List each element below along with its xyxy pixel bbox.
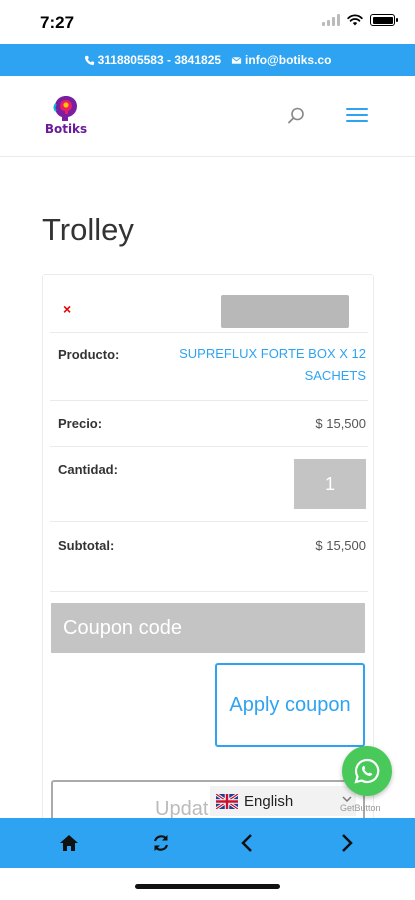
quantity-row: Cantidad: 1 bbox=[50, 447, 368, 522]
product-thumbnail[interactable] bbox=[221, 295, 349, 328]
page-title: Trolley bbox=[42, 212, 134, 247]
subtotal-value: $ 15,500 bbox=[315, 538, 366, 553]
cart-item-row: × bbox=[50, 275, 368, 333]
forward-button[interactable] bbox=[334, 831, 358, 855]
phone-icon bbox=[84, 55, 94, 65]
cellular-signal-icon bbox=[322, 14, 340, 26]
language-label: English bbox=[244, 792, 294, 810]
home-indicator bbox=[135, 884, 280, 889]
hamburger-menu-icon[interactable] bbox=[346, 106, 368, 124]
envelope-icon bbox=[231, 56, 242, 64]
language-selector[interactable]: English bbox=[210, 786, 356, 816]
whatsapp-button[interactable] bbox=[342, 746, 392, 796]
home-button[interactable] bbox=[57, 831, 81, 855]
home-icon bbox=[60, 835, 78, 851]
email-text: info@botiks.co bbox=[245, 53, 332, 67]
bottom-navigation-bar bbox=[0, 818, 415, 868]
search-icon bbox=[288, 107, 304, 124]
site-header: Botiks bbox=[0, 76, 415, 156]
search-button[interactable] bbox=[286, 106, 306, 126]
coupon-code-input[interactable]: Coupon code bbox=[51, 603, 365, 653]
quantity-label: Cantidad: bbox=[58, 462, 118, 477]
status-bar: 7:27 bbox=[0, 0, 415, 44]
phone-link[interactable]: 3118805583 - 3841825 bbox=[84, 53, 221, 67]
logo-mark-icon bbox=[53, 96, 77, 121]
cart-table: × Producto: SUPREFLUX FORTE BOX X 12 SAC… bbox=[42, 274, 374, 840]
chevron-right-icon bbox=[342, 834, 353, 852]
quantity-input[interactable]: 1 bbox=[294, 459, 366, 509]
subtotal-row: Subtotal: $ 15,500 bbox=[50, 522, 368, 592]
product-name-link[interactable]: SUPREFLUX FORTE BOX X 12 SACHETS bbox=[166, 343, 366, 387]
getbutton-credit: GetButton bbox=[340, 803, 381, 813]
product-row: Producto: SUPREFLUX FORTE BOX X 12 SACHE… bbox=[50, 333, 368, 401]
logo-text: Botiks bbox=[44, 122, 88, 136]
site-logo[interactable]: Botiks bbox=[42, 92, 90, 140]
apply-coupon-button[interactable]: Apply coupon bbox=[215, 663, 365, 747]
price-value: $ 15,500 bbox=[315, 416, 366, 431]
contact-bar: 3118805583 - 3841825 info@botiks.co bbox=[0, 44, 415, 76]
remove-item-button[interactable]: × bbox=[63, 301, 71, 317]
battery-icon bbox=[370, 14, 398, 26]
price-row: Precio: $ 15,500 bbox=[50, 401, 368, 447]
uk-flag-icon bbox=[216, 793, 238, 809]
whatsapp-icon bbox=[354, 758, 380, 784]
status-icons bbox=[322, 14, 398, 26]
reload-button[interactable] bbox=[149, 831, 173, 855]
back-button[interactable] bbox=[236, 831, 260, 855]
status-time: 7:27 bbox=[40, 13, 75, 32]
chevron-left-icon bbox=[241, 834, 252, 852]
email-link[interactable]: info@botiks.co bbox=[231, 53, 331, 67]
product-label: Producto: bbox=[58, 347, 120, 362]
reload-icon bbox=[153, 835, 169, 851]
price-label: Precio: bbox=[58, 416, 103, 431]
subtotal-label: Subtotal: bbox=[58, 538, 115, 553]
phone-text: 3118805583 - 3841825 bbox=[97, 53, 222, 67]
wifi-icon bbox=[347, 14, 363, 26]
